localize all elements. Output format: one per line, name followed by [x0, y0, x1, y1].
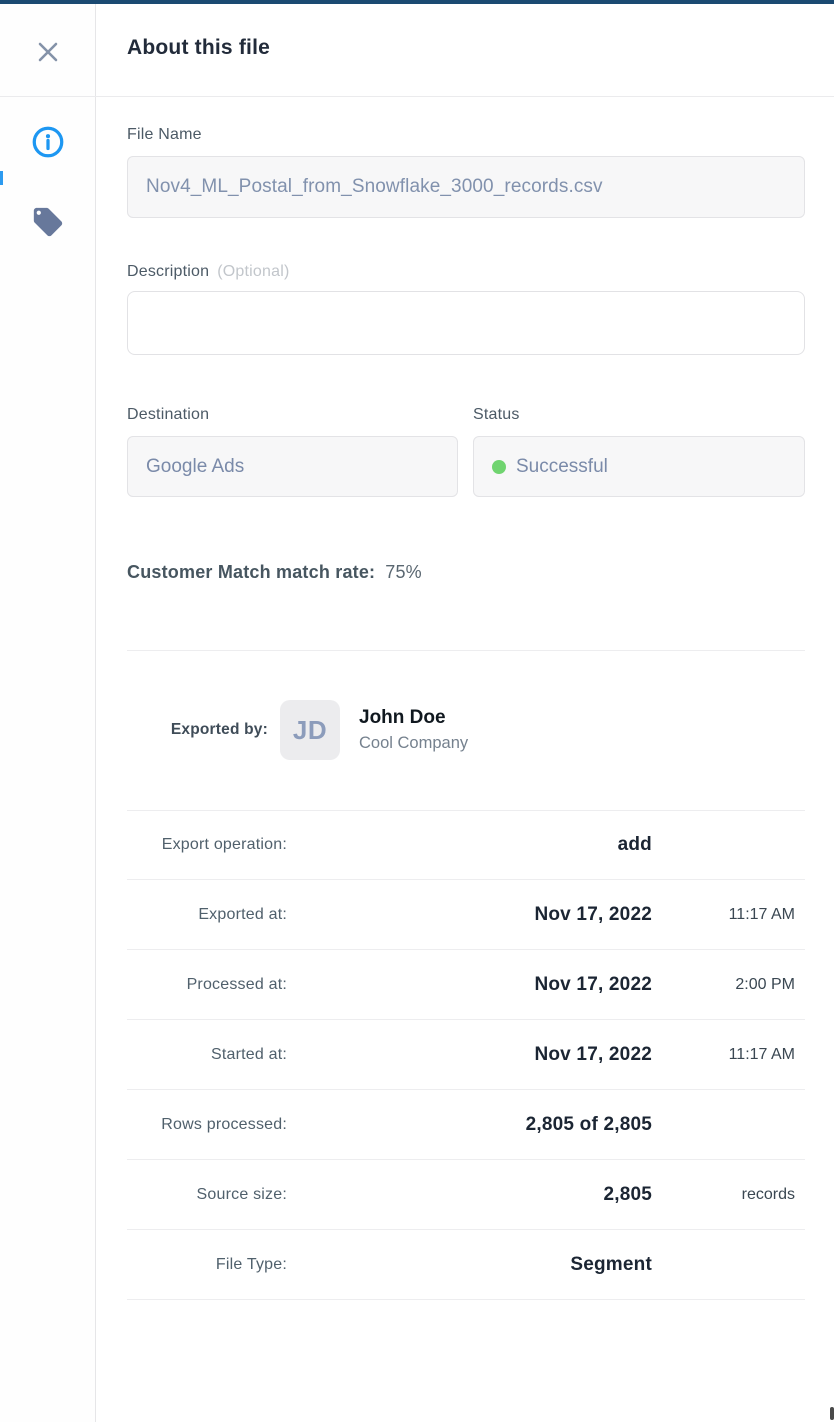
exported-by-label: Exported by: — [127, 721, 268, 739]
table-row-exported-at: Exported at: Nov 17, 2022 11:17 AM — [127, 880, 805, 950]
row-value: 2,805 of 2,805 — [287, 1114, 652, 1136]
table-row-source-size: Source size: 2,805 records — [127, 1160, 805, 1230]
exporter-identity: John Doe Cool Company — [359, 707, 468, 753]
row-label: Rows processed: — [127, 1116, 287, 1134]
table-row-export-operation: Export operation: add — [127, 810, 805, 880]
about-file-panel: About this file File Name Description (Op… — [0, 0, 834, 1422]
sidebar-tab-info[interactable] — [30, 124, 66, 160]
table-row-started-at: Started at: Nov 17, 2022 11:17 AM — [127, 1020, 805, 1090]
description-textarea[interactable] — [127, 291, 805, 355]
row-value: 2,805 — [287, 1184, 652, 1206]
row-label: File Type: — [127, 1256, 287, 1274]
match-rate: Customer Match match rate: 75% — [127, 562, 422, 583]
row-value: Segment — [287, 1254, 652, 1276]
description-label: Description (Optional) — [127, 263, 289, 281]
panel-content: File Name Description (Optional) Destinat… — [96, 96, 834, 1422]
row-value: Nov 17, 2022 — [287, 1044, 652, 1066]
file-name-label: File Name — [127, 126, 202, 144]
avatar: JD — [280, 700, 340, 760]
top-accent-bar — [0, 0, 834, 4]
active-tab-indicator — [0, 171, 3, 185]
tag-icon — [31, 205, 65, 239]
destination-label: Destination — [127, 406, 209, 424]
row-value: add — [287, 834, 652, 856]
status-value: Successful — [516, 456, 608, 478]
description-label-text: Description — [127, 263, 209, 280]
table-row-processed-at: Processed at: Nov 17, 2022 2:00 PM — [127, 950, 805, 1020]
match-rate-label: Customer Match match rate: — [127, 562, 375, 582]
destination-value-box: Google Ads — [127, 436, 458, 497]
details-table: Export operation: add Exported at: Nov 1… — [127, 810, 805, 1300]
close-button[interactable] — [33, 37, 63, 67]
row-label: Processed at: — [127, 976, 287, 994]
sidebar — [0, 4, 96, 1422]
row-extra: 2:00 PM — [652, 976, 805, 994]
description-optional-hint: (Optional) — [217, 263, 289, 280]
exporter-company: Cool Company — [359, 734, 468, 753]
exported-by-row: Exported by: JD John Doe Cool Company — [127, 700, 805, 760]
scrollbar-fragment[interactable] — [830, 1407, 834, 1420]
close-icon — [35, 39, 61, 65]
row-label: Started at: — [127, 1046, 287, 1064]
section-divider — [127, 650, 805, 651]
row-extra: 11:17 AM — [652, 906, 805, 924]
panel-title: About this file — [127, 0, 270, 96]
row-label: Source size: — [127, 1186, 287, 1204]
info-icon — [31, 125, 65, 159]
file-name-input[interactable] — [127, 156, 805, 218]
row-value: Nov 17, 2022 — [287, 974, 652, 996]
table-row-file-type: File Type: Segment — [127, 1230, 805, 1300]
table-row-rows-processed: Rows processed: 2,805 of 2,805 — [127, 1090, 805, 1160]
status-label: Status — [473, 406, 520, 424]
status-dot — [492, 460, 506, 474]
row-extra: records — [652, 1186, 805, 1204]
row-label: Export operation: — [127, 836, 287, 854]
exporter-name: John Doe — [359, 707, 468, 729]
destination-value: Google Ads — [146, 456, 244, 478]
row-extra: 11:17 AM — [652, 1046, 805, 1064]
row-label: Exported at: — [127, 906, 287, 924]
sidebar-tab-tags[interactable] — [30, 204, 66, 240]
status-value-box: Successful — [473, 436, 805, 497]
row-value: Nov 17, 2022 — [287, 904, 652, 926]
match-rate-value: 75% — [385, 562, 422, 582]
